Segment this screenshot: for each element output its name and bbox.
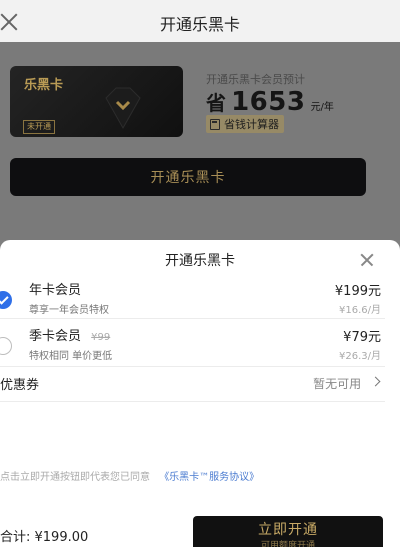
purchase-sheet: 开通乐黑卡 年卡会员 尊享一年会员特权 ¥199元 ¥16.6/月 季卡会员 ¥… [0,240,400,547]
plan-name-row: 季卡会员 ¥99 [29,325,110,344]
coupon-label: 优惠券 [0,378,40,393]
top-bar: 开通乐黑卡 [0,0,400,42]
diamond-icon [105,87,141,130]
savings-prefix: 省 [206,91,226,115]
radio-unchecked-icon[interactable] [0,337,12,355]
coupon-status: 暂无可用 [313,377,362,391]
coupon-value: 暂无可用 [313,375,379,392]
activate-now-sublabel: 可用额度开通 [260,541,315,547]
savings-amount-line: 省 1653 元/年 [206,87,334,117]
activate-now-label: 立即开通 [258,522,318,538]
plan-price: ¥79元 [343,330,381,345]
plan-name: 年卡会员 [29,283,82,298]
calculator-label: 省钱计算器 [224,118,279,131]
open-card-button[interactable]: 开通乐黑卡 [10,158,366,196]
plan-name: 季卡会员 [29,329,82,344]
plan-monthly-price: ¥16.6/月 [339,305,381,316]
service-agreement-link[interactable]: 《乐黑卡™服务协议》 [159,472,259,483]
savings-unit: 元/年 [310,102,334,113]
plan-original-price: ¥99 [91,332,111,343]
plan-description: 尊享一年会员特权 [29,305,109,316]
plan-monthly-price: ¥26.3/月 [339,351,381,362]
order-total: 合计: ¥199.00 [0,530,89,545]
plan-option-quarterly[interactable]: 季卡会员 ¥99 特权相同 单价更低 ¥79元 ¥26.3/月 [0,325,385,367]
calculator-icon [210,118,220,130]
plan-description: 特权相同 单价更低 [29,351,113,362]
savings-calculator-button[interactable]: 省钱计算器 [206,115,284,133]
card-brand: 乐黑卡 [24,78,64,93]
savings-intro: 开通乐黑卡会员预计 [206,73,305,86]
close-icon[interactable] [360,253,374,267]
radio-checked-icon[interactable] [0,291,12,309]
agreement-text: 点击立即开通按钮即代表您已同意 [0,472,150,483]
page-title: 开通乐黑卡 [159,15,240,34]
activate-now-button[interactable]: 立即开通 可用额度开通 [193,516,383,547]
coupon-row[interactable]: 优惠券 暂无可用 [0,370,385,402]
agreement-notice: 点击立即开通按钮即代表您已同意 《乐黑卡™服务协议》 [0,468,259,483]
plan-option-annual[interactable]: 年卡会员 尊享一年会员特权 ¥199元 ¥16.6/月 [0,279,385,319]
membership-card: 乐黑卡 未开通 [10,66,183,137]
sheet-title: 开通乐黑卡 [165,253,235,269]
plan-price: ¥199元 [334,284,381,299]
overlay-background: 乐黑卡 未开通 开通乐黑卡会员预计 省 1653 元/年 省钱计算器 开通乐黑卡 [0,42,400,240]
status-badge: 未开通 [23,120,55,134]
savings-amount: 1653 [231,87,306,117]
